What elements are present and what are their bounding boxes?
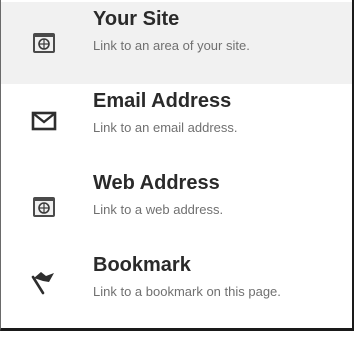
menu-item-web-address[interactable]: Web Address Link to a web address. bbox=[1, 166, 352, 248]
site-icon bbox=[29, 28, 59, 58]
globe-window-icon bbox=[29, 192, 59, 222]
menu-item-description: Link to an area of your site. bbox=[93, 38, 250, 53]
menu-item-title: Your Site bbox=[93, 8, 180, 30]
menu-item-title: Web Address bbox=[93, 172, 220, 194]
link-type-menu: Your Site Link to an area of your site. … bbox=[0, 0, 354, 331]
menu-item-email-address[interactable]: Email Address Link to an email address. bbox=[1, 84, 352, 166]
flag-icon bbox=[29, 268, 59, 298]
menu-item-title: Email Address bbox=[93, 90, 232, 112]
menu-item-your-site[interactable]: Your Site Link to an area of your site. bbox=[1, 2, 352, 84]
envelope-icon bbox=[29, 106, 59, 136]
menu-item-title: Bookmark bbox=[93, 254, 191, 276]
menu-item-description: Link to an email address. bbox=[93, 120, 238, 135]
menu-item-bookmark[interactable]: Bookmark Link to a bookmark on this page… bbox=[1, 248, 352, 330]
menu-item-description: Link to a web address. bbox=[93, 202, 224, 217]
menu-item-description: Link to a bookmark on this page. bbox=[93, 284, 281, 299]
